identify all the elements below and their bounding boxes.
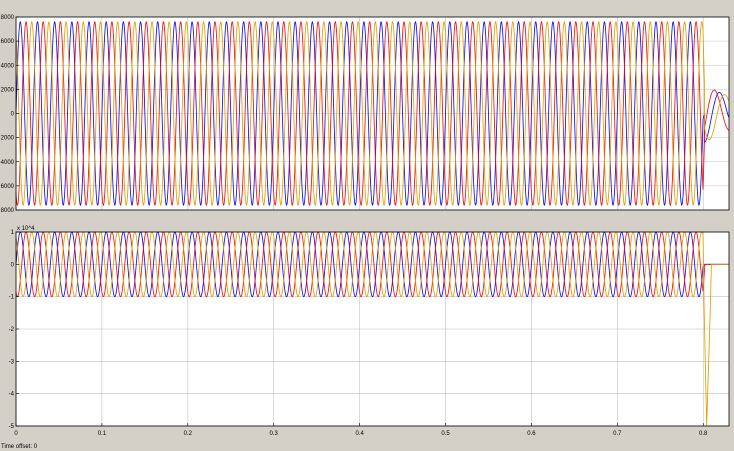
scope-plot-area: 8000 6000 4000 2000 0 2000 4000 6000 8000 1 0 -1 -2… (1, 15, 730, 437)
y-tick-label: 2000 (1, 136, 15, 142)
x-tick-label: 0.1 (98, 431, 107, 437)
y-tick-label: 4000 (1, 160, 15, 166)
y-tick-label: 8000 (1, 208, 15, 214)
x-tick-label: 0.5 (441, 431, 450, 437)
y-tick-label: 2000 (1, 87, 15, 93)
y-tick-label: -5 (9, 424, 15, 430)
y-tick-label: 0 (11, 112, 15, 118)
y-tick-label: -2 (9, 327, 15, 333)
lower-axes: 1 0 -1 -2 -3 -4 -5 x 10^4 0 0.1 0.2 0.3 0.4 0.5 0.6 0.7… (9, 226, 730, 437)
y-tick-label: -1 (9, 295, 15, 301)
y-exponent-label: x 10^4 (17, 226, 35, 232)
time-offset-readout: Time offset: 0 (1, 444, 37, 450)
y-tick-label: 4000 (1, 63, 15, 69)
y-tick-label: 0 (11, 262, 15, 268)
time-offset-label: Time offset: (1, 444, 33, 450)
x-tick-label: 0 (14, 431, 18, 437)
y-tick-label: 6000 (1, 184, 15, 190)
x-tick-label: 0.3 (270, 431, 279, 437)
x-tick-label: 0.2 (184, 431, 193, 437)
x-tick-label: 0.4 (355, 431, 364, 437)
x-tick-label: 0.6 (527, 431, 536, 437)
x-tick-label: 0.8 (699, 431, 708, 437)
y-tick-label: 6000 (1, 39, 15, 45)
y-tick-label: 8000 (1, 15, 15, 21)
x-tick-label: 0.7 (613, 431, 622, 437)
time-offset-value: 0 (33, 444, 38, 450)
y-tick-label: -3 (9, 359, 15, 365)
y-tick-label: -4 (9, 392, 15, 398)
y-tick-label: 1 (11, 230, 15, 236)
upper-axes: 8000 6000 4000 2000 0 2000 4000 6000 8000 (1, 15, 730, 214)
